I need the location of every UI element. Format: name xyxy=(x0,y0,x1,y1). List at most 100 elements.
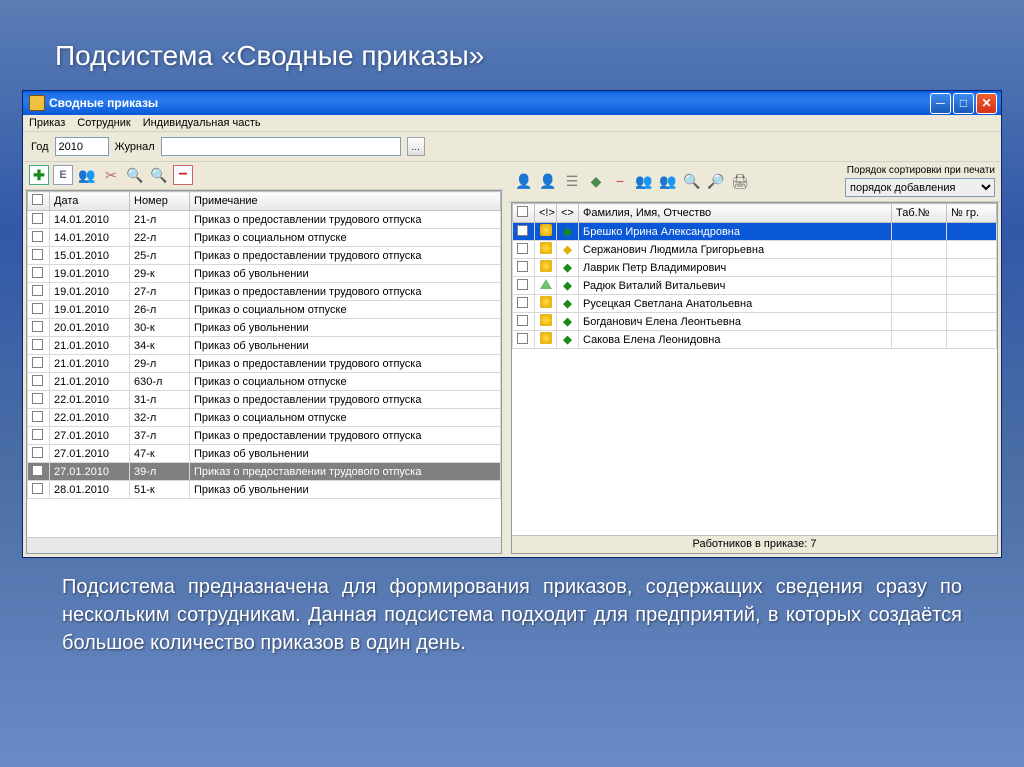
col-number[interactable]: Номер xyxy=(130,192,190,211)
row-checkbox[interactable] xyxy=(517,261,528,272)
col-tab[interactable]: Таб.№ xyxy=(892,204,947,223)
list-icon[interactable]: ☰ xyxy=(562,171,582,191)
print-icon[interactable]: 🖨 xyxy=(730,171,750,191)
row-checkbox[interactable] xyxy=(517,243,528,254)
search2-emp-icon[interactable]: 🔎 xyxy=(706,171,726,191)
cell-tab xyxy=(892,331,947,349)
col-gr[interactable]: № гр. xyxy=(947,204,997,223)
orders-grid[interactable]: Дата Номер Примечание 14.01.2010 21-л Пр… xyxy=(26,190,502,554)
row-checkbox[interactable] xyxy=(32,285,43,296)
add-order-button[interactable]: ✚ xyxy=(29,165,49,185)
table-row[interactable]: ◆ Лаврик Петр Владимирович xyxy=(513,259,997,277)
add-emp-icon[interactable]: ◆ xyxy=(586,171,606,191)
check-all-emp[interactable] xyxy=(517,206,528,217)
row-checkbox[interactable] xyxy=(32,249,43,260)
close-button[interactable]: ✕ xyxy=(976,93,997,114)
table-row[interactable]: 14.01.2010 22-л Приказ о социальном отпу… xyxy=(28,229,501,247)
edit-order-button[interactable]: E xyxy=(53,165,73,185)
row-checkbox[interactable] xyxy=(32,429,43,440)
table-row[interactable]: ◆ Богданович Елена Леонтьевна xyxy=(513,313,997,331)
cell-number: 29-к xyxy=(130,265,190,283)
menu-individual[interactable]: Индивидуальная часть xyxy=(143,117,261,129)
table-row[interactable]: 19.01.2010 29-к Приказ об увольнении xyxy=(28,265,501,283)
row-checkbox[interactable] xyxy=(32,213,43,224)
cell-date: 19.01.2010 xyxy=(50,265,130,283)
journal-browse-button[interactable]: … xyxy=(407,137,425,156)
table-row[interactable]: 21.01.2010 630-л Приказ о социальном отп… xyxy=(28,373,501,391)
table-row[interactable]: 27.01.2010 39-л Приказ о предоставлении … xyxy=(28,463,501,481)
menu-employee[interactable]: Сотрудник xyxy=(77,117,130,129)
employees-grid[interactable]: <!> <> Фамилия, Имя, Отчество Таб.№ № гр… xyxy=(511,202,998,554)
col-icon1[interactable]: <!> xyxy=(535,204,557,223)
journal-input[interactable] xyxy=(161,137,401,156)
row-checkbox[interactable] xyxy=(32,465,43,476)
maximize-button[interactable]: □ xyxy=(953,93,974,114)
cell-note: Приказ о социальном отпуске xyxy=(190,229,501,247)
row-checkbox[interactable] xyxy=(32,321,43,332)
row-checkbox[interactable] xyxy=(32,411,43,422)
minimize-button[interactable]: ─ xyxy=(930,93,951,114)
sort-select[interactable]: порядок добавления xyxy=(845,178,995,197)
table-row[interactable]: 19.01.2010 26-л Приказ о социальном отпу… xyxy=(28,301,501,319)
find-icon[interactable]: 🔍 xyxy=(125,165,145,185)
cell-fio: Сакова Елена Леонидовна xyxy=(579,331,892,349)
table-row[interactable]: 27.01.2010 47-к Приказ об увольнении xyxy=(28,445,501,463)
row-checkbox[interactable] xyxy=(32,339,43,350)
group-icon[interactable]: 👥 xyxy=(634,171,654,191)
cell-number: 51-к xyxy=(130,481,190,499)
person-icon[interactable]: 👤 xyxy=(514,171,534,191)
table-row[interactable]: ◆ Сакова Елена Леонидовна xyxy=(513,331,997,349)
group2-icon[interactable]: 👥 xyxy=(658,171,678,191)
col-note[interactable]: Примечание xyxy=(190,192,501,211)
col-fio[interactable]: Фамилия, Имя, Отчество xyxy=(579,204,892,223)
people-icon[interactable]: 👥 xyxy=(77,165,97,185)
row-checkbox[interactable] xyxy=(517,333,528,344)
table-row[interactable]: 15.01.2010 25-л Приказ о предоставлении … xyxy=(28,247,501,265)
table-row[interactable]: ◆ Радюк Виталий Витальевич xyxy=(513,277,997,295)
table-row[interactable]: 28.01.2010 51-к Приказ об увольнении xyxy=(28,481,501,499)
row-checkbox[interactable] xyxy=(517,315,528,326)
check-all-orders[interactable] xyxy=(32,194,43,205)
cell-note: Приказ о предоставлении трудового отпуск… xyxy=(190,391,501,409)
row-checkbox[interactable] xyxy=(32,357,43,368)
row-checkbox[interactable] xyxy=(517,297,528,308)
diamond-icon: ◆ xyxy=(563,262,571,274)
table-row[interactable]: ◆ Брешко Ирина Александровна xyxy=(513,223,997,241)
col-icon2[interactable]: <> xyxy=(557,204,579,223)
row-checkbox[interactable] xyxy=(32,393,43,404)
cell-number: 31-л xyxy=(130,391,190,409)
delete-order-button[interactable]: − xyxy=(173,165,193,185)
cell-fio: Брешко Ирина Александровна xyxy=(579,223,892,241)
row-checkbox[interactable] xyxy=(32,375,43,386)
row-checkbox[interactable] xyxy=(517,225,528,236)
cell-gr xyxy=(947,277,997,295)
orders-scrollbar[interactable] xyxy=(27,537,501,553)
table-row[interactable]: 22.01.2010 31-л Приказ о предоставлении … xyxy=(28,391,501,409)
table-row[interactable]: ◆ Сержанович Людмила Григорьевна xyxy=(513,241,997,259)
menu-order[interactable]: Приказ xyxy=(29,117,65,129)
search-emp-icon[interactable]: 🔍 xyxy=(682,171,702,191)
cut-icon[interactable]: ✂ xyxy=(101,165,121,185)
table-row[interactable]: 19.01.2010 27-л Приказ о предоставлении … xyxy=(28,283,501,301)
cell-note: Приказ о предоставлении трудового отпуск… xyxy=(190,283,501,301)
findnext-icon[interactable]: 🔍 xyxy=(149,165,169,185)
table-row[interactable]: 20.01.2010 30-к Приказ об увольнении xyxy=(28,319,501,337)
row-checkbox[interactable] xyxy=(32,303,43,314)
table-row[interactable]: 22.01.2010 32-л Приказ о социальном отпу… xyxy=(28,409,501,427)
employees-panel: 👤 👤 ☰ ◆ − 👥 👥 🔍 🔎 🖨 Порядок сортировки п… xyxy=(508,162,1001,557)
remove-emp-icon[interactable]: − xyxy=(610,171,630,191)
year-input[interactable] xyxy=(55,137,109,156)
table-row[interactable]: 27.01.2010 37-л Приказ о предоставлении … xyxy=(28,427,501,445)
table-row[interactable]: 21.01.2010 29-л Приказ о предоставлении … xyxy=(28,355,501,373)
table-row[interactable]: 14.01.2010 21-л Приказ о предоставлении … xyxy=(28,211,501,229)
row-checkbox[interactable] xyxy=(517,279,528,290)
row-checkbox[interactable] xyxy=(32,483,43,494)
row-checkbox[interactable] xyxy=(32,267,43,278)
col-date[interactable]: Дата xyxy=(50,192,130,211)
cell-tab xyxy=(892,259,947,277)
table-row[interactable]: 21.01.2010 34-к Приказ об увольнении xyxy=(28,337,501,355)
table-row[interactable]: ◆ Русецкая Светлана Анатольевна xyxy=(513,295,997,313)
person-add-icon[interactable]: 👤 xyxy=(538,171,558,191)
row-checkbox[interactable] xyxy=(32,447,43,458)
row-checkbox[interactable] xyxy=(32,231,43,242)
